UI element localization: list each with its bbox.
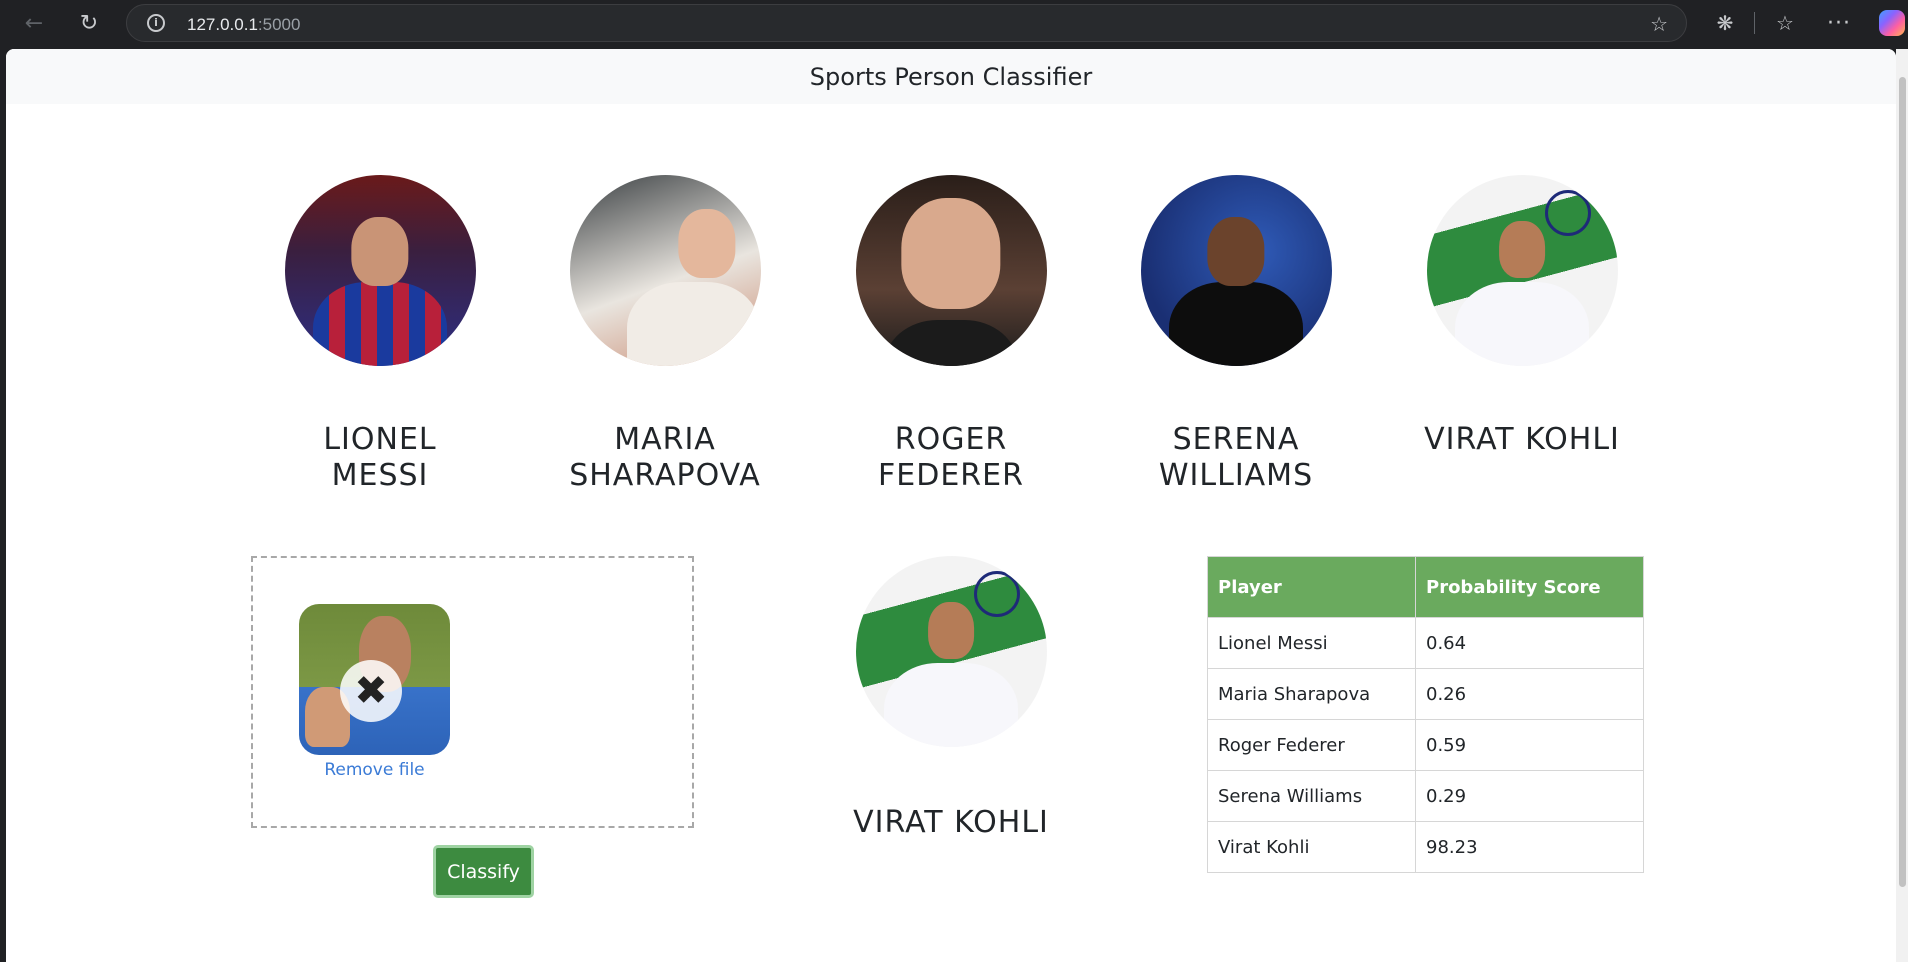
more-menu-icon[interactable]: ··· <box>1822 8 1856 38</box>
player-name-line2: FEDERER <box>878 458 1024 493</box>
cell-player: Maria Sharapova <box>1207 668 1416 720</box>
bookmark-star-icon[interactable]: ☆ <box>1650 12 1668 36</box>
image-dropzone[interactable]: ✖ Remove file <box>251 556 694 828</box>
player-card-sharapova[interactable]: MARIA SHARAPOVA <box>565 175 765 494</box>
favorites-icon[interactable]: ☆ <box>1768 8 1802 38</box>
navbar: Sports Person Classifier <box>6 49 1896 104</box>
reload-icon[interactable]: ↻ <box>73 8 105 38</box>
copilot-icon[interactable] <box>1876 8 1908 38</box>
table-row: Roger Federer 0.59 <box>1207 719 1644 771</box>
player-name-line1: LIONEL <box>323 422 437 457</box>
cell-player: Lionel Messi <box>1207 617 1416 669</box>
player-name-line1: MARIA <box>614 422 716 457</box>
cell-player: Roger Federer <box>1207 719 1416 771</box>
player-name-line2: WILLIAMS <box>1158 458 1314 493</box>
toolbar-divider <box>1754 12 1755 34</box>
player-name-line2: SHARAPOVA <box>569 458 761 493</box>
player-photo-sharapova <box>569 175 761 366</box>
cell-player: Serena Williams <box>1207 770 1416 822</box>
cell-score: 98.23 <box>1415 821 1644 873</box>
table-header-row: Player Probability Score <box>1207 556 1644 618</box>
page-title: Sports Person Classifier <box>809 62 1093 91</box>
player-name-line1: SERENA <box>1172 422 1300 457</box>
address-bar[interactable]: i 127.0.0.1:5000 ☆ <box>126 4 1687 42</box>
column-header-player: Player <box>1207 556 1416 618</box>
player-photo-kohli <box>1426 175 1618 366</box>
table-row: Serena Williams 0.29 <box>1207 770 1644 822</box>
classify-button[interactable]: Classify <box>433 845 534 898</box>
cell-player: Virat Kohli <box>1207 821 1416 873</box>
cell-score: 0.59 <box>1415 719 1644 771</box>
player-name-kohli: VIRAT KOHLI <box>1422 422 1622 458</box>
scrollbar-thumb[interactable] <box>1899 77 1906 887</box>
url-text[interactable]: 127.0.0.1:5000 <box>187 15 300 35</box>
close-icon[interactable]: ✖ <box>340 660 402 722</box>
result-card: VIRAT KOHLI <box>851 556 1051 841</box>
cell-score: 0.64 <box>1415 617 1644 669</box>
player-name-serena: SERENA WILLIAMS <box>1136 422 1336 494</box>
player-photo-federer <box>855 175 1047 366</box>
remove-file-link[interactable]: Remove file <box>299 760 450 780</box>
player-name-sharapova: MARIA SHARAPOVA <box>565 422 765 494</box>
player-card-messi[interactable]: LIONEL MESSI <box>280 175 480 494</box>
probability-table: Player Probability Score Lionel Messi 0.… <box>1207 556 1644 873</box>
table-row: Lionel Messi 0.64 <box>1207 617 1644 669</box>
cell-score: 0.26 <box>1415 668 1644 720</box>
player-name-line2: MESSI <box>331 458 429 493</box>
table-row: Virat Kohli 98.23 <box>1207 821 1644 873</box>
url-port: :5000 <box>257 15 301 34</box>
table-row: Maria Sharapova 0.26 <box>1207 668 1644 720</box>
player-card-federer[interactable]: ROGER FEDERER <box>851 175 1051 494</box>
url-host: 127.0.0.1 <box>187 15 258 34</box>
browser-toolbar: ← ↻ i 127.0.0.1:5000 ☆ ❋ ☆ ··· <box>0 0 1908 46</box>
player-name-messi: LIONEL MESSI <box>280 422 480 494</box>
player-card-serena[interactable]: SERENA WILLIAMS <box>1136 175 1336 494</box>
player-name-line1: ROGER <box>894 422 1008 457</box>
extensions-icon[interactable]: ❋ <box>1708 8 1742 38</box>
site-info-icon[interactable]: i <box>147 14 165 32</box>
column-header-score: Probability Score <box>1415 556 1644 618</box>
player-photo-messi <box>284 175 476 366</box>
page-viewport: Sports Person Classifier LIONEL MESSI MA… <box>6 49 1896 962</box>
player-name-line1: VIRAT KOHLI <box>1424 422 1620 457</box>
player-card-kohli[interactable]: VIRAT KOHLI <box>1422 175 1622 458</box>
back-arrow-icon[interactable]: ← <box>18 8 50 38</box>
page-scrollbar[interactable] <box>1896 49 1908 962</box>
player-name-federer: ROGER FEDERER <box>851 422 1051 494</box>
cell-score: 0.29 <box>1415 770 1644 822</box>
player-photo-serena <box>1140 175 1332 366</box>
result-photo <box>855 556 1047 747</box>
result-player-name: VIRAT KOHLI <box>853 805 1049 840</box>
